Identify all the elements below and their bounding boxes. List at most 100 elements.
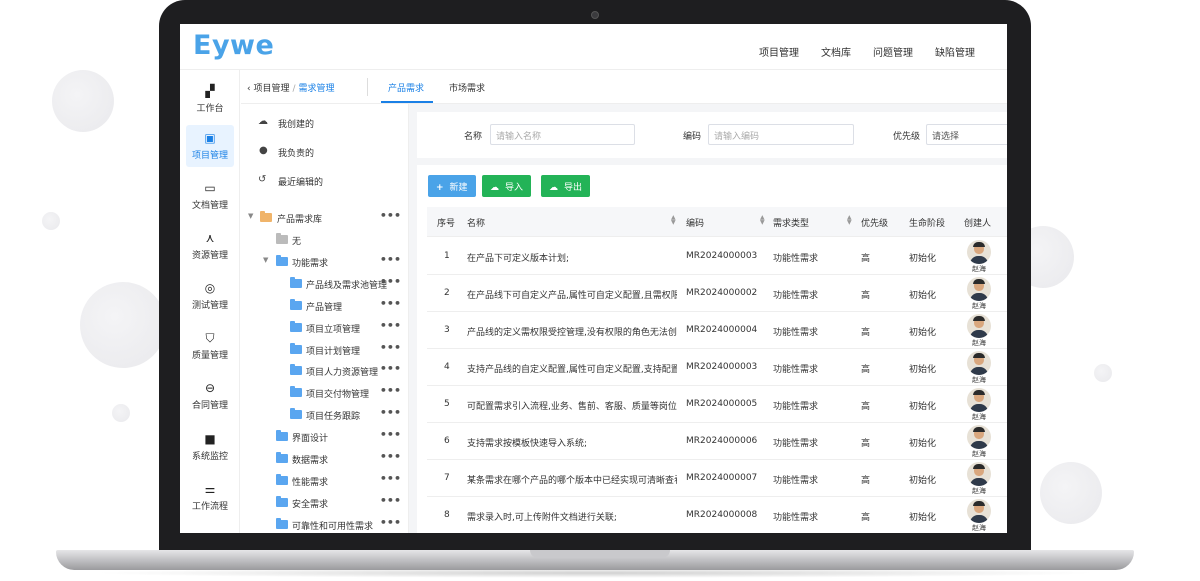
cell-no: 8 <box>444 510 450 520</box>
cell-name[interactable]: 支持需求按模板快速导入系统; <box>467 436 587 449</box>
sidebar-item-label: 工作台 <box>196 104 224 114</box>
cloud-icon: ☁ <box>258 116 268 127</box>
tree-root[interactable]: ▼ 产品需求库 ••• <box>241 207 408 229</box>
sidebar-item-dashboard[interactable]: ▞ 工作台 <box>186 78 234 120</box>
more-icon[interactable]: ••• <box>380 516 401 529</box>
tab-product-requirements[interactable]: 产品需求 <box>388 81 424 94</box>
quick-filter-label: 我负责的 <box>278 149 315 159</box>
sidebar-item-project[interactable]: ▣ 项目管理 <box>186 125 234 167</box>
tree-node[interactable]: 安全需求 ••• <box>241 492 408 514</box>
table-row[interactable]: 6 支持需求按模板快速导入系统; MR2024000006 功能性需求 高 初始化 赵海 <box>427 423 1007 460</box>
top-nav-defects[interactable]: 缺陷管理 <box>935 44 975 59</box>
sidebar-item-docs[interactable]: ▭ 文档管理 <box>186 175 234 217</box>
cell-priority: 高 <box>861 328 871 338</box>
breadcrumb-root[interactable]: 项目管理 <box>253 84 289 94</box>
more-icon[interactable]: ••• <box>380 494 401 507</box>
more-icon[interactable]: ••• <box>380 362 401 375</box>
tree-node[interactable]: 无 <box>241 229 408 251</box>
more-icon[interactable]: ••• <box>380 297 401 310</box>
avatar <box>967 425 991 449</box>
top-nav-issues[interactable]: 问题管理 <box>873 44 913 59</box>
tree-node[interactable]: 项目交付物管理 ••• <box>241 382 408 404</box>
export-button[interactable]: ☁ 导出 <box>541 175 591 197</box>
cell-name[interactable]: 支持产品线的自定义配置,属性可自定义配置,支持配置... <box>467 362 677 375</box>
app-logo[interactable]: Eywe <box>193 30 274 61</box>
sidebar-item-testing[interactable]: ◎ 测试管理 <box>186 275 234 317</box>
col-header-code[interactable]: 编码 <box>686 216 704 229</box>
tree-node[interactable]: 产品管理 ••• <box>241 295 408 317</box>
quick-filter-created[interactable]: ☁ 我创建的 <box>241 112 408 134</box>
tree-node-label: 安全需求 <box>292 500 329 510</box>
tree-node[interactable]: 可靠性和可用性需求 ••• <box>241 514 408 533</box>
sidebar-item-contract[interactable]: ⊖ 合同管理 <box>186 375 234 417</box>
more-icon[interactable]: ••• <box>380 450 401 463</box>
tree-node[interactable]: 项目计划管理 ••• <box>241 339 408 361</box>
code-input[interactable]: 请输入编码 <box>708 124 854 145</box>
top-nav-docs[interactable]: 文档库 <box>821 44 851 59</box>
caret-down-icon[interactable]: ▼ <box>263 256 268 264</box>
cell-code: MR2024000002 <box>686 288 758 298</box>
cell-name[interactable]: 可配置需求引入流程,业务、售前、客服、质量等岗位... <box>467 399 677 412</box>
clipboard-icon: ▣ <box>204 131 216 145</box>
avatar-part <box>970 441 988 449</box>
sidebar-item-quality[interactable]: ⛉ 质量管理 <box>186 325 234 367</box>
sidebar-item-resources[interactable]: ⋏ 资源管理 <box>186 225 234 267</box>
table-row[interactable]: 8 需求录入时,可上传附件文档进行关联; MR2024000008 功能性需求 高 初始化… <box>427 497 1007 533</box>
more-icon[interactable]: ••• <box>380 275 401 288</box>
quick-filter-recent[interactable]: ↺ 最近编辑的 <box>241 170 408 192</box>
cell-creator: 赵海 <box>972 265 986 273</box>
table-header: 序号 名称 ▲ ▼ 编码 ▲ ▼ 需求类型 ▲ ▼ 优先级 生命阶段 创建人 <box>427 207 1007 237</box>
more-icon[interactable]: ••• <box>380 428 401 441</box>
table-row[interactable]: 1 在产品下可定义版本计划; MR2024000003 功能性需求 高 初始化 赵海 <box>427 238 1007 275</box>
tree-node[interactable]: 界面设计 ••• <box>241 426 408 448</box>
tab-market-requirements[interactable]: 市场需求 <box>449 81 485 94</box>
caret-down-icon[interactable]: ▼ <box>248 212 253 220</box>
cell-name[interactable]: 某条需求在哪个产品的哪个版本中已经实现可清晰查看; <box>467 473 677 486</box>
tree-node[interactable]: 项目人力资源管理 ••• <box>241 360 408 382</box>
table-row[interactable]: 3 产品线的定义需权限受控管理,没有权限的角色无法创... MR2024000004… <box>427 312 1007 349</box>
sidebar-item-monitor[interactable]: ■ 系统监控 <box>186 426 234 468</box>
tree-node[interactable]: 项目任务跟踪 ••• <box>241 404 408 426</box>
more-icon[interactable]: ••• <box>380 384 401 397</box>
sidebar-item-workflow[interactable]: ⚌ 工作流程 <box>186 476 234 518</box>
folder-icon <box>290 386 302 397</box>
table-row[interactable]: 2 在产品线下可自定义产品,属性可自定义配置,且需权限... MR202400000… <box>427 275 1007 312</box>
tree-node[interactable]: 数据需求 ••• <box>241 448 408 470</box>
sort-icon[interactable]: ▲ ▼ <box>671 215 676 226</box>
chevron-left-icon[interactable]: ‹ <box>247 84 251 94</box>
camera-icon <box>591 11 599 19</box>
sort-icon[interactable]: ▲ ▼ <box>760 215 765 226</box>
tree-node[interactable]: ▼ 功能需求 ••• <box>241 251 408 273</box>
avatar-part <box>973 316 985 321</box>
folder-icon <box>276 452 288 463</box>
sort-icon[interactable]: ▲ ▼ <box>847 215 852 226</box>
cell-name[interactable]: 在产品线下可自定义产品,属性可自定义配置,且需权限... <box>467 288 677 301</box>
import-button[interactable]: ☁ 导入 <box>482 175 532 197</box>
camera-icon: ■ <box>204 432 216 446</box>
cell-name[interactable]: 产品线的定义需权限受控管理,没有权限的角色无法创... <box>467 325 677 338</box>
cell-name[interactable]: 在产品下可定义版本计划; <box>467 251 569 264</box>
tree-node-label: 产品需求库 <box>277 215 323 225</box>
tree-node[interactable]: 项目立项管理 ••• <box>241 317 408 339</box>
cell-stage: 初始化 <box>909 439 937 449</box>
tree-node[interactable]: 性能需求 ••• <box>241 470 408 492</box>
priority-select[interactable]: 请选择 <box>926 124 1007 145</box>
col-header-type[interactable]: 需求类型 <box>773 216 809 229</box>
cell-name[interactable]: 需求录入时,可上传附件文档进行关联; <box>467 510 617 523</box>
tree-panel: ☁ 我创建的 ● 我负责的 ↺ 最近编辑的 ▼ 产品需求库 ••• 无 ▼ 功能… <box>241 104 409 533</box>
more-icon[interactable]: ••• <box>380 472 401 485</box>
more-icon[interactable]: ••• <box>380 319 401 332</box>
table-row[interactable]: 7 某条需求在哪个产品的哪个版本中已经实现可清晰查看; MR2024000007 功能… <box>427 460 1007 497</box>
tree-node[interactable]: 产品线及需求池管理 ••• <box>241 273 408 295</box>
more-icon[interactable]: ••• <box>380 209 401 222</box>
more-icon[interactable]: ••• <box>380 341 401 354</box>
table-row[interactable]: 4 支持产品线的自定义配置,属性可自定义配置,支持配置... MR202400000… <box>427 349 1007 386</box>
new-button[interactable]: + 新建 <box>428 175 476 197</box>
quick-filter-owned[interactable]: ● 我负责的 <box>241 141 408 163</box>
col-header-name[interactable]: 名称 <box>467 216 485 229</box>
name-input[interactable]: 请输入名称 <box>490 124 635 145</box>
more-icon[interactable]: ••• <box>380 406 401 419</box>
top-nav-project[interactable]: 项目管理 <box>759 44 799 59</box>
table-row[interactable]: 5 可配置需求引入流程,业务、售前、客服、质量等岗位... MR2024000005… <box>427 386 1007 423</box>
more-icon[interactable]: ••• <box>380 253 401 266</box>
